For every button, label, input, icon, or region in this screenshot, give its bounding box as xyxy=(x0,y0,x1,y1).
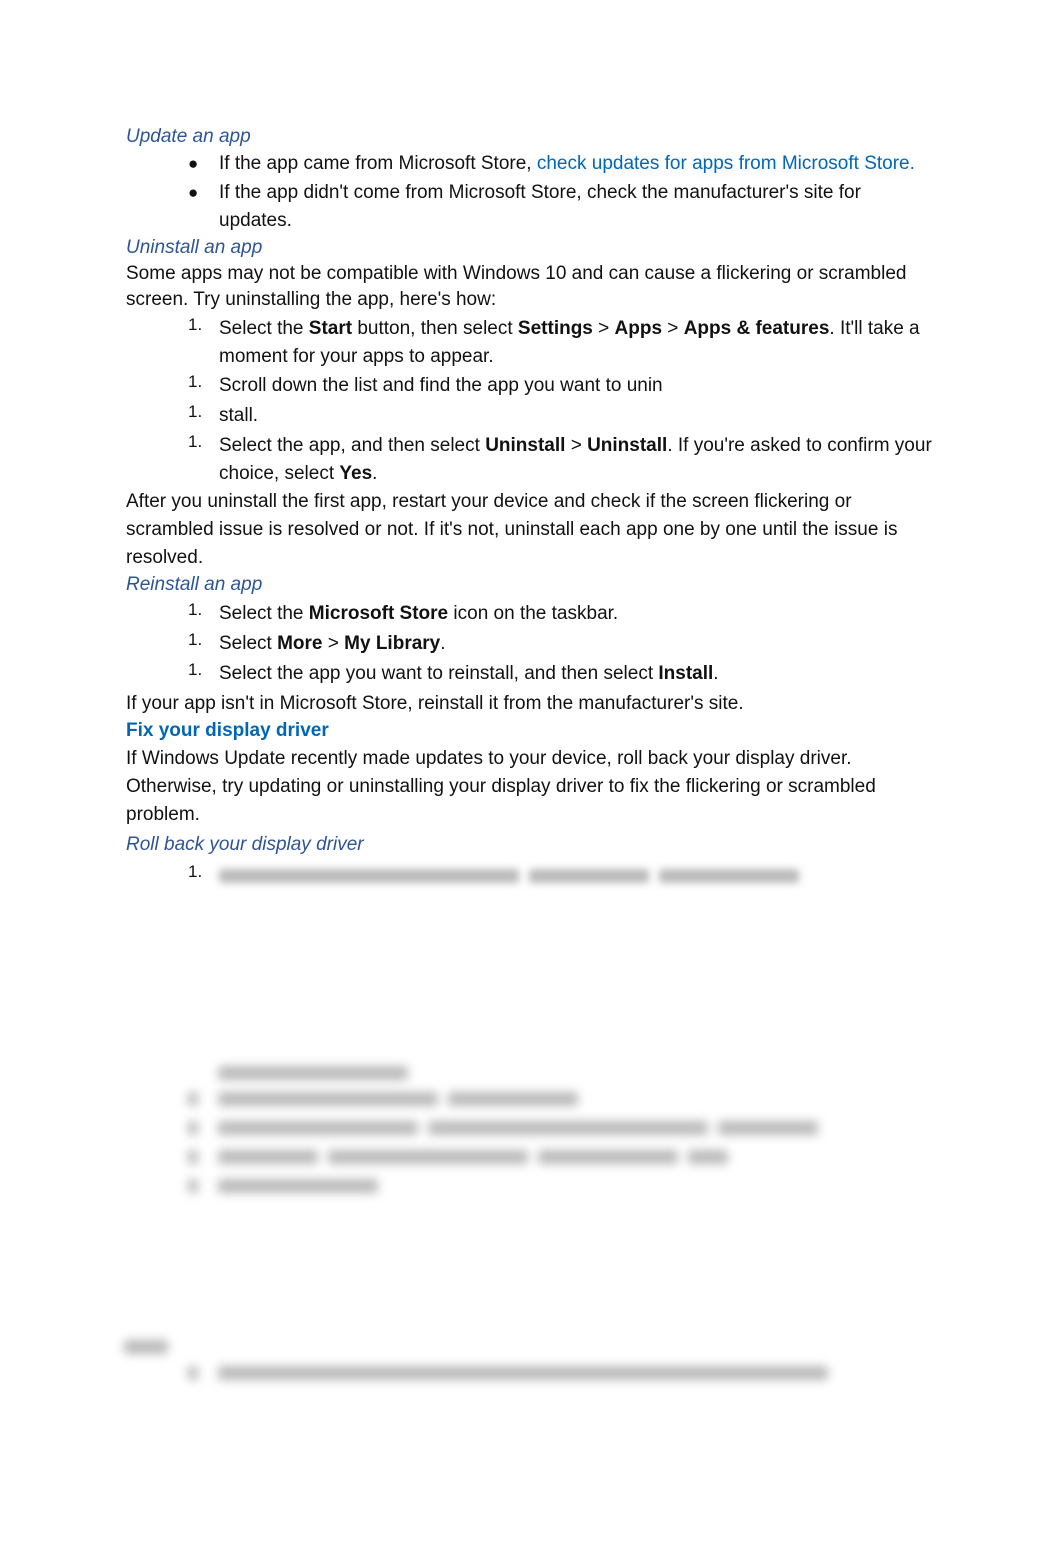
bullet-icon: ● xyxy=(188,183,199,202)
list-item: 1. stall. xyxy=(126,402,932,430)
blurred-content-block xyxy=(188,1062,908,1204)
heading-uninstall-an-app: Uninstall an app xyxy=(126,237,263,258)
heading-fix-display-driver: Fix your display driver xyxy=(126,720,329,741)
rollback-steps: 1. xyxy=(126,862,932,890)
list-item: 1. Select the app you want to reinstall,… xyxy=(126,660,932,688)
reinstall-after: If your app isn't in Microsoft Store, re… xyxy=(126,693,744,714)
uninstall-intro: Some apps may not be compatible with Win… xyxy=(126,263,907,310)
list-item: 1. Select the Microsoft Store icon on th… xyxy=(126,600,932,628)
update-list: ● If the app came from Microsoft Store, … xyxy=(126,150,932,235)
heading-reinstall-an-app: Reinstall an app xyxy=(126,574,263,595)
list-item: 1. Select More > My Library. xyxy=(126,630,932,658)
bullet-icon: ● xyxy=(188,154,199,173)
step-number: 1. xyxy=(188,600,203,619)
driver-intro: If Windows Update recently made updates … xyxy=(126,748,876,825)
list-item: 1. Select the app, and then select Unins… xyxy=(126,432,932,488)
check-updates-link[interactable]: check updates for apps from Microsoft St… xyxy=(537,153,915,174)
step-number: 1. xyxy=(188,432,203,451)
step-number: 1. xyxy=(188,862,203,881)
step-number: 1. xyxy=(188,630,203,649)
heading-update-an-app: Update an app xyxy=(126,126,251,147)
uninstall-steps: 1. Select the Start button, then select … xyxy=(126,315,932,488)
list-item: 1. Select the Start button, then select … xyxy=(126,315,932,371)
step-number: 1. xyxy=(188,372,203,391)
list-item: ● If the app didn't come from Microsoft … xyxy=(126,179,932,235)
step-number: 1. xyxy=(188,315,203,334)
blurred-notes-block xyxy=(124,1336,884,1390)
heading-roll-back-driver: Roll back your display driver xyxy=(126,834,364,855)
list-item: 1. Scroll down the list and find the app… xyxy=(126,372,932,400)
step-number: 1. xyxy=(188,402,203,421)
document-page: Update an app ● If the app came from Mic… xyxy=(126,124,932,890)
step-number: 1. xyxy=(188,660,203,679)
blurred-text xyxy=(219,862,809,890)
list-item: 1. xyxy=(126,862,932,890)
list-item: ● If the app came from Microsoft Store, … xyxy=(126,150,932,178)
uninstall-after: After you uninstall the first app, resta… xyxy=(126,491,898,568)
reinstall-steps: 1. Select the Microsoft Store icon on th… xyxy=(126,600,932,688)
